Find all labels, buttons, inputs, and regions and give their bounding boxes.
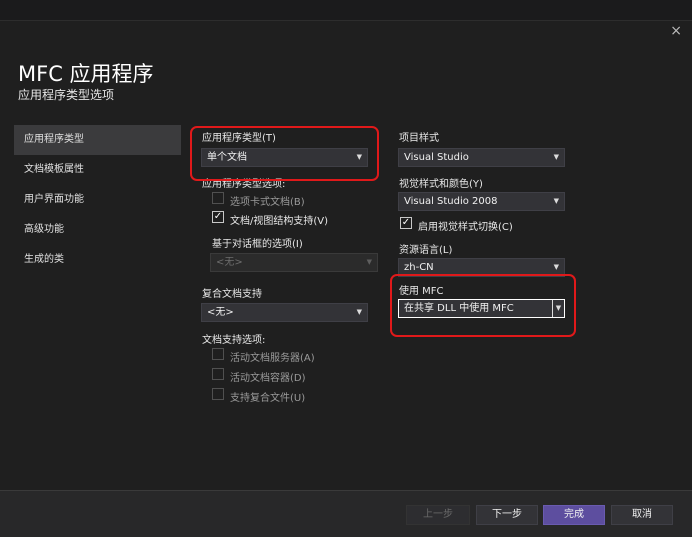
finish-button[interactable]: 完成	[543, 505, 605, 525]
active-container-label: 活动文档容器(D)	[230, 373, 306, 384]
compound-doc-label: 复合文档支持	[202, 289, 262, 300]
sidebar-item-app-type[interactable]: 应用程序类型	[14, 125, 181, 155]
tabbed-docs-checkbox[interactable]	[212, 192, 224, 204]
next-button[interactable]: 下一步	[476, 505, 538, 525]
dialog-options-select[interactable]: <无> ▼	[210, 253, 378, 272]
chevron-down-icon: ▼	[356, 308, 362, 316]
project-style-select[interactable]: Visual Studio ▼	[398, 148, 565, 167]
sidebar-item-advanced[interactable]: 高级功能	[14, 215, 181, 245]
page-subtitle: 应用程序类型选项	[18, 88, 115, 102]
compound-doc-value: <无>	[207, 307, 234, 318]
docview-checkbox[interactable]: ✓	[212, 211, 224, 223]
visual-style-value: Visual Studio 2008	[404, 196, 498, 207]
close-icon[interactable]: ×	[670, 24, 682, 38]
active-server-checkbox[interactable]	[212, 348, 224, 360]
active-server-label: 活动文档服务器(A)	[230, 353, 315, 364]
visual-style-select[interactable]: Visual Studio 2008 ▼	[398, 192, 565, 211]
dialog-options-value: <无>	[216, 257, 243, 268]
compound-files-label: 支持复合文件(U)	[230, 393, 306, 404]
chevron-down-icon: ▼	[553, 197, 559, 205]
prev-button[interactable]: 上一步	[406, 505, 470, 525]
compound-doc-select[interactable]: <无> ▼	[201, 303, 368, 322]
chevron-down-icon: ▼	[553, 153, 559, 161]
cancel-button[interactable]: 取消	[611, 505, 673, 525]
doc-support-label: 文档支持选项:	[202, 335, 266, 346]
compound-files-checkbox[interactable]	[212, 388, 224, 400]
project-style-value: Visual Studio	[404, 152, 469, 163]
chevron-down-icon: ▼	[366, 258, 372, 266]
sidebar-nav: 应用程序类型 文档模板属性 用户界面功能 高级功能 生成的类	[14, 125, 181, 275]
resource-lang-value: zh-CN	[404, 262, 434, 273]
tabbed-docs-label: 选项卡式文档(B)	[230, 197, 305, 208]
dialog-options-label: 基于对话框的选项(I)	[212, 239, 303, 250]
docview-label: 文档/视图结构支持(V)	[230, 216, 329, 227]
check-icon: ✓	[213, 211, 223, 222]
highlight-box-app-type	[190, 126, 379, 181]
resource-lang-label: 资源语言(L)	[399, 245, 453, 256]
visual-style-label: 视觉样式和颜色(Y)	[399, 179, 483, 190]
check-icon: ✓	[401, 217, 411, 228]
page-title: MFC 应用程序	[18, 62, 154, 86]
window-title-bar	[0, 0, 692, 21]
project-style-label: 项目样式	[399, 133, 439, 144]
active-container-checkbox[interactable]	[212, 368, 224, 380]
visual-switch-label: 启用视觉样式切换(C)	[418, 222, 513, 233]
visual-switch-checkbox[interactable]: ✓	[400, 217, 412, 229]
sidebar-item-generated-classes[interactable]: 生成的类	[14, 245, 181, 275]
highlight-box-use-mfc	[390, 274, 576, 337]
sidebar-item-ui-features[interactable]: 用户界面功能	[14, 185, 181, 215]
sidebar-item-doc-template[interactable]: 文档模板属性	[14, 155, 181, 185]
